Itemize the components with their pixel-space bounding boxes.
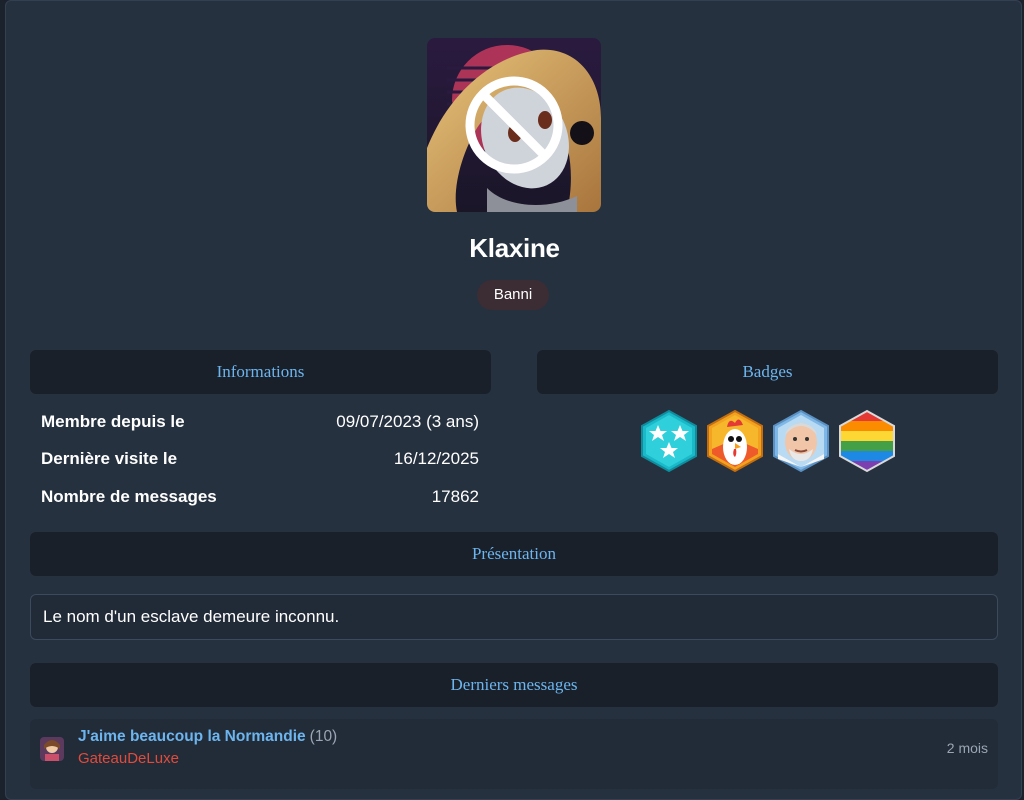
author-avatar [40, 737, 64, 761]
info-value: 17862 [431, 487, 479, 506]
profile-card: Klaxine Banni Informations Membre depuis… [5, 0, 1022, 800]
stars-badge-icon[interactable] [639, 409, 699, 473]
message-list-item[interactable]: J'aime beaucoup la Normandie (10) GateauD… [30, 719, 998, 789]
message-count: (10) [309, 728, 338, 745]
badges-header: Badges [537, 350, 998, 394]
message-time: 2 mois [946, 740, 988, 756]
info-value: 09/07/2023 (3 ans) [336, 412, 479, 431]
latest-messages-header: Derniers messages [30, 663, 998, 707]
rooster-badge-icon[interactable] [705, 409, 765, 473]
info-label: Dernière visite le [41, 449, 178, 468]
info-label: Nombre de messages [41, 487, 217, 506]
presentation-header: Présentation [30, 532, 998, 576]
message-author-link[interactable]: GateauDeLuxe [78, 750, 179, 767]
info-row-member-since: Membre depuis le 09/07/2023 (3 ans) [41, 412, 479, 436]
profile-username: Klaxine [469, 233, 560, 263]
presentation-text: Le nom d'un esclave demeure inconnu. [30, 594, 998, 640]
info-row-last-visit: Dernière visite le 16/12/2025 [41, 449, 479, 473]
message-title-link[interactable]: J'aime beaucoup la Normandie (10) [78, 728, 337, 746]
role-badge: Banni [477, 280, 549, 310]
info-row-message-count: Nombre de messages 17862 [41, 487, 479, 511]
message-title[interactable]: J'aime beaucoup la Normandie [78, 728, 306, 745]
rainbow-flag-badge-icon[interactable] [837, 409, 897, 473]
profile-avatar [427, 38, 601, 212]
info-label: Membre depuis le [41, 412, 185, 431]
informations-header: Informations [30, 350, 491, 394]
badges-list [639, 409, 899, 473]
harold-face-badge-icon[interactable] [771, 409, 831, 473]
info-value: 16/12/2025 [393, 449, 479, 468]
